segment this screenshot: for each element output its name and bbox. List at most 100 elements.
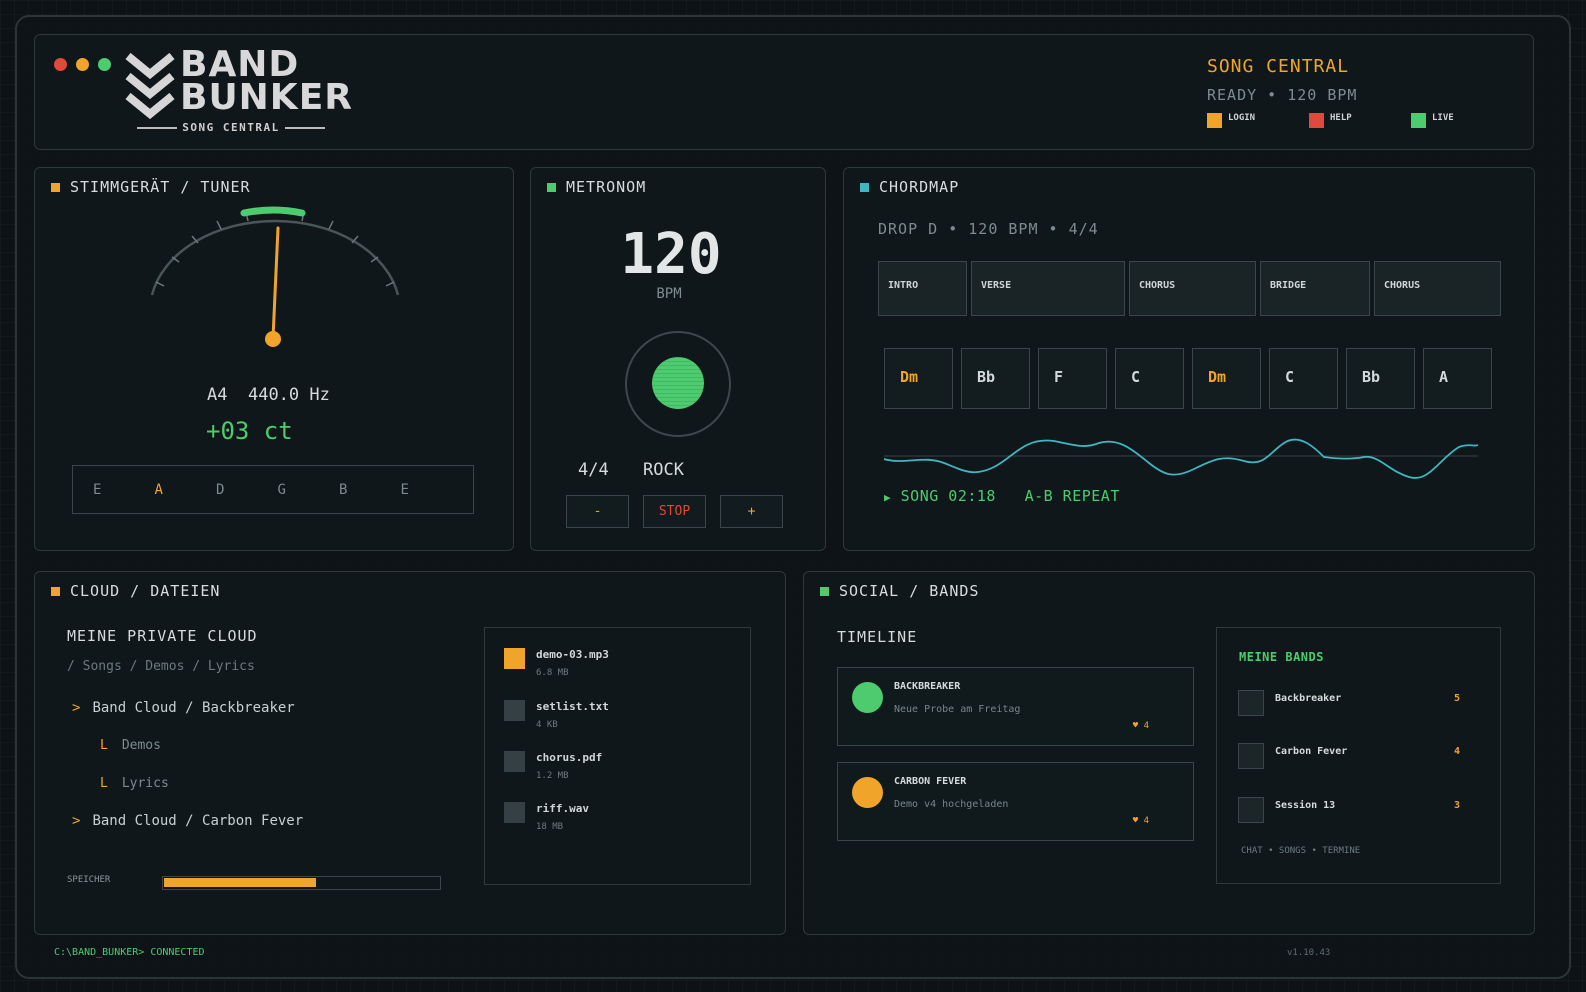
chordmap-info: DROP D • 120 BPM • 4/4 [878,220,1099,238]
string-b[interactable]: B [339,482,401,498]
live-swatch [1411,113,1426,128]
timeline-post[interactable]: BACKBREAKER Neue Probe am Freitag ♥ 4 [837,667,1194,746]
metronome-title-marker [547,182,556,192]
band-count: 4 [1453,746,1460,757]
chord-5[interactable]: Dm [1192,348,1261,409]
bands-links[interactable]: CHAT • SONGS • TERMINE [1241,846,1360,856]
header-status: READY • 120 BPM [1207,86,1358,104]
section-chorus-2[interactable]: CHORUS [1374,261,1501,316]
song-position: SONG 02:18 [900,487,996,505]
metronome-stop-button[interactable]: STOP [643,495,706,528]
string-d[interactable]: D [216,482,278,498]
band-avatar [1238,690,1264,716]
tuner-title: STIMMGERÄT / TUNER [51,178,251,196]
cloud-breadcrumb[interactable]: / Songs / Demos / Lyrics [67,659,255,674]
terminal-prompt: C:\BAND_BUNKER> CONNECTED [54,947,205,958]
section-intro[interactable]: INTRO [878,261,967,316]
chord-7[interactable]: Bb [1346,348,1415,409]
logo-subtitle: SONG CENTRAL [126,121,336,134]
post-band: CARBON FEVER [894,776,967,787]
storage-bar [162,876,441,890]
logo-title: BAND BUNKER [180,44,354,118]
help-label: HELP [1330,113,1352,123]
tree-branch-icon: L [100,776,108,791]
band-bunker-logo[interactable]: BAND BUNKER SONG CENTRAL [124,47,352,134]
chord-8[interactable]: A [1423,348,1492,409]
avatar [852,777,883,808]
like-count[interactable]: ♥ 4 [1133,816,1149,826]
tree-sub-lyrics[interactable]: L Lyrics [100,776,169,791]
cloud-heading: MEINE PRIVATE CLOUD [67,627,258,645]
ab-repeat-toggle[interactable]: A-B REPEAT [1025,487,1120,505]
login-swatch [1207,113,1222,128]
string-e-high[interactable]: E [401,482,463,498]
chordmap-title: CHORDMAP [860,178,959,196]
legend-live[interactable]: LIVE [1411,113,1454,128]
chevron-logo-icon [125,52,175,120]
version-label: v1.10.43 [1287,948,1331,958]
band-item[interactable]: Backbreaker 5 [1238,690,1460,716]
section-chorus-1[interactable]: CHORUS [1129,261,1256,316]
maximize-dot[interactable] [98,58,111,71]
social-title: SOCIAL / BANDS [820,582,979,600]
tuner-cents: +03 ct [206,417,293,445]
metronome-time-signature[interactable]: 4/4 [578,460,609,480]
chordmap-title-marker [860,182,869,192]
chord-2[interactable]: Bb [961,348,1030,409]
post-text: Demo v4 hochgeladen [894,799,1009,810]
timeline-heading: TIMELINE [837,628,918,646]
metronome-bpm-label: BPM [656,286,682,302]
like-count[interactable]: ♥ 4 [1133,721,1149,731]
string-g[interactable]: G [278,482,340,498]
section-verse[interactable]: VERSE [971,261,1125,316]
header-title: SONG CENTRAL [1207,56,1350,77]
string-selector: E A D G B E [72,465,474,514]
string-a[interactable]: A [155,482,217,498]
live-label: LIVE [1432,113,1454,123]
tuner-frequency: 440.0 Hz [247,385,330,405]
tree-expand-icon: > [72,700,81,716]
close-dot[interactable] [54,58,67,71]
minimize-dot[interactable] [76,58,89,71]
tuner-note: A4 [207,385,228,405]
metronome-beat-indicator [652,357,704,409]
tree-item-carbon-fever[interactable]: > Band Cloud / Carbon Fever [72,813,303,829]
post-band: BACKBREAKER [894,681,961,692]
timeline-post[interactable]: CARBON FEVER Demo v4 hochgeladen ♥ 4 [837,762,1194,841]
storage-label: SPEICHER [67,875,111,885]
band-item[interactable]: Carbon Fever 4 [1238,743,1460,769]
pdf-file-icon [504,751,525,772]
tree-expand-icon: > [72,813,81,829]
post-text: Neue Probe am Freitag [894,704,1021,715]
string-e-low[interactable]: E [93,482,155,498]
metronome-style[interactable]: ROCK [643,460,684,480]
chord-6[interactable]: C [1269,348,1338,409]
tree-sub-demos[interactable]: L Demos [100,738,161,753]
play-icon[interactable]: ▶ [884,491,891,504]
metronome-title: METRONOM [547,178,646,196]
chord-1[interactable]: Dm [884,348,953,409]
window-controls [54,58,111,71]
tuner-gauge [150,206,400,347]
my-bands-heading: MEINE BANDS [1239,650,1324,664]
tuner-reading: A4 440.0 Hz [207,385,330,405]
social-title-marker [820,586,829,596]
tree-item-backbreaker[interactable]: > Band Cloud / Backbreaker [72,700,295,716]
audio-file-icon [504,648,525,669]
help-swatch [1309,113,1324,128]
audio-waveform[interactable] [884,425,1480,485]
band-count: 5 [1453,693,1460,704]
storage-fill [164,878,317,887]
metronome-minus-button[interactable]: - [566,495,629,528]
metronome-plus-button[interactable]: + [720,495,783,528]
legend-login[interactable]: LOGIN [1207,113,1255,128]
chord-3[interactable]: F [1038,348,1107,409]
band-item[interactable]: Session 13 3 [1238,797,1460,823]
band-avatar [1238,797,1264,823]
chord-4[interactable]: C [1115,348,1184,409]
cloud-title: CLOUD / DATEIEN [51,582,220,600]
section-bridge[interactable]: BRIDGE [1260,261,1370,316]
legend-help[interactable]: HELP [1309,113,1352,128]
band-avatar [1238,743,1264,769]
band-count: 3 [1453,800,1460,811]
